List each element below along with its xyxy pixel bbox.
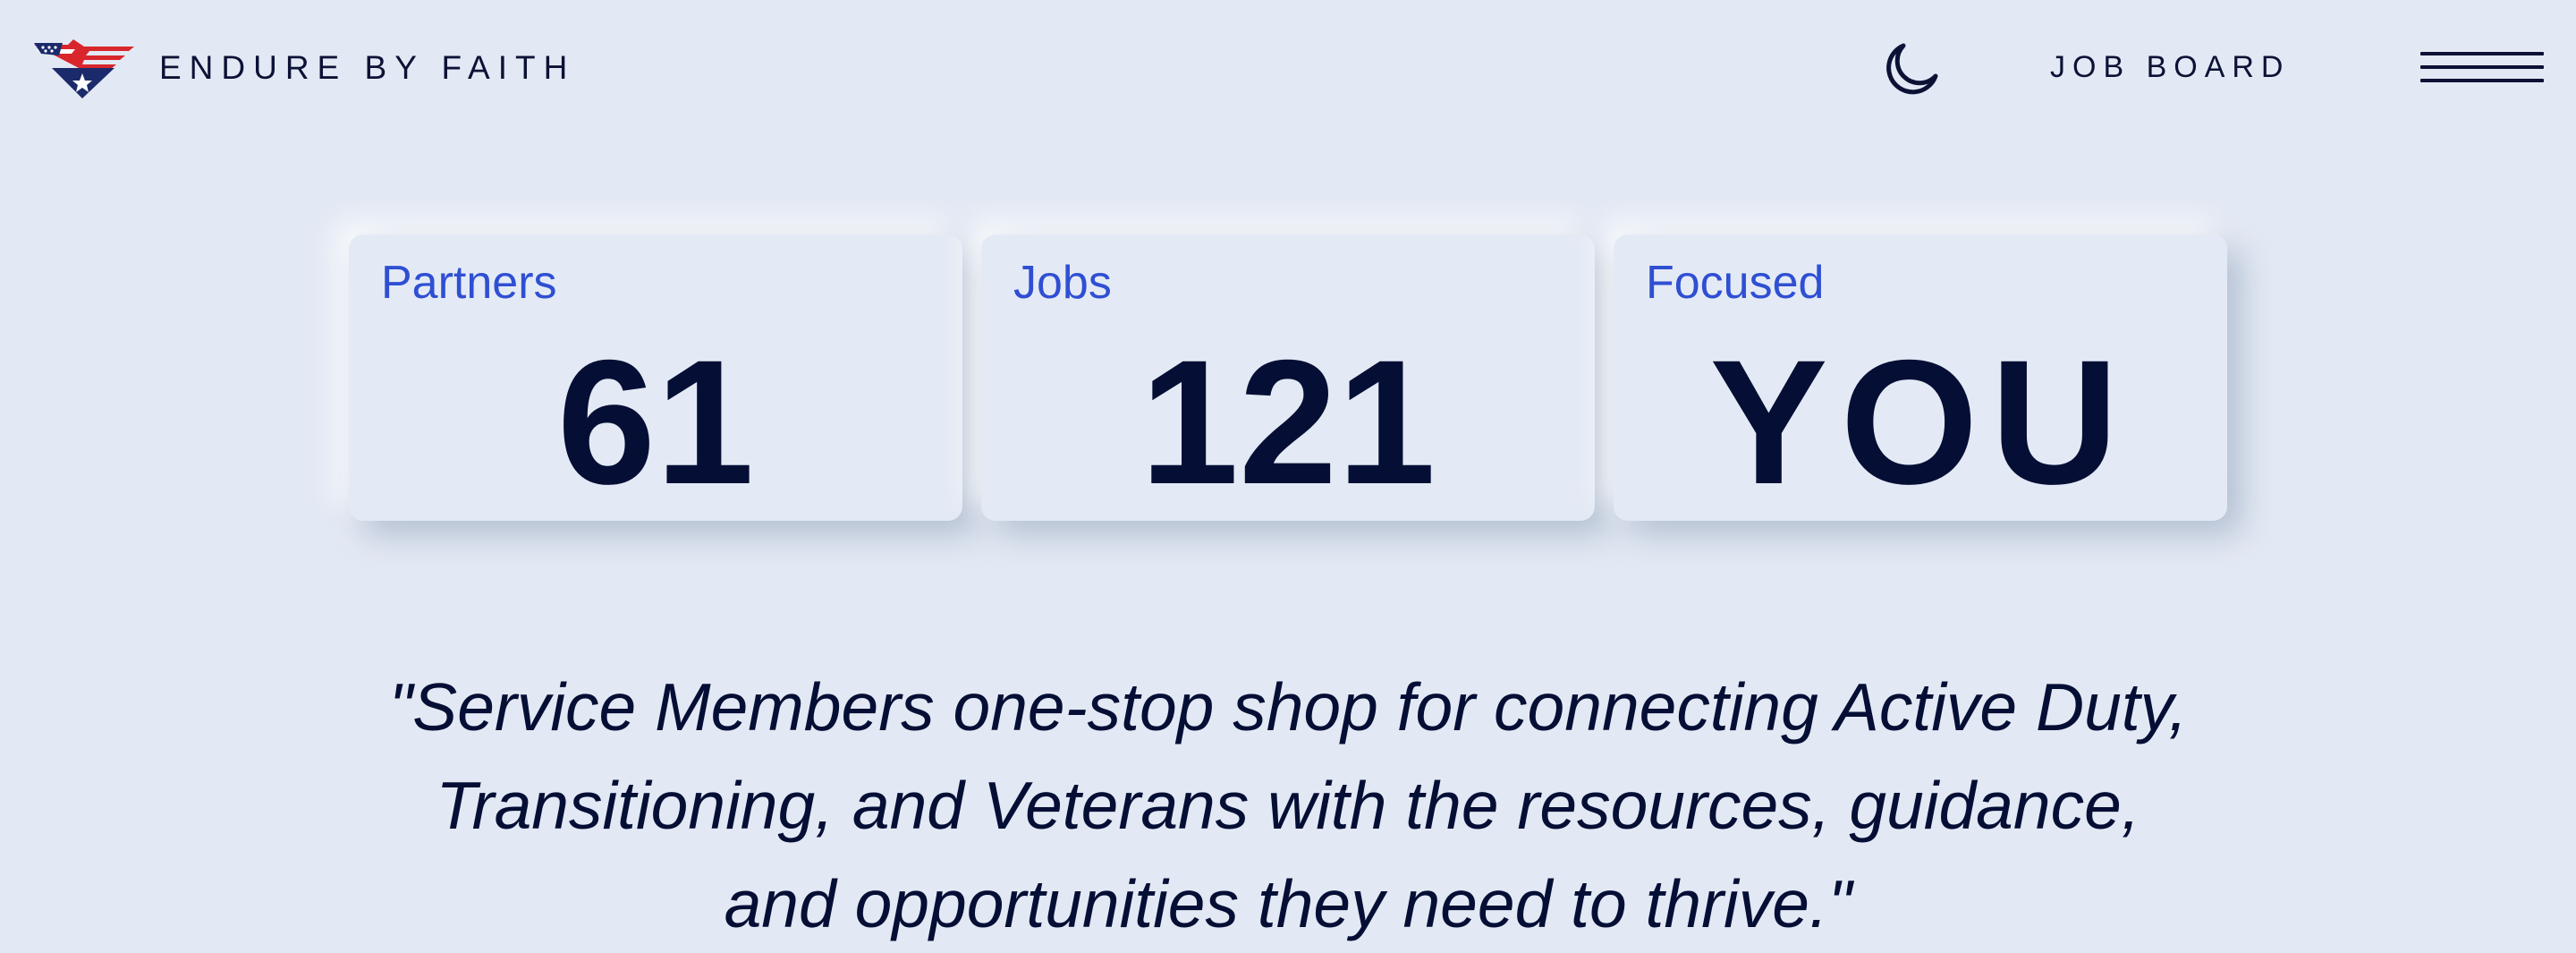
mission-line: Transitioning, and Veterans with the res…: [436, 768, 2140, 843]
moon-icon: [1886, 43, 1938, 95]
brand-home-link[interactable]: ENDURE BY FAITH: [32, 36, 575, 100]
hamburger-menu-icon: [2420, 52, 2544, 55]
hamburger-menu-button[interactable]: [2415, 47, 2546, 88]
hamburger-menu-icon: [2420, 79, 2544, 82]
brand-name: ENDURE BY FAITH: [159, 49, 576, 86]
stat-value: 61: [556, 323, 755, 521]
stat-value: YOU: [1709, 323, 2131, 521]
stat-card-partners: Partners 61: [349, 234, 962, 521]
mission-line: "Service Members one-stop shop for conne…: [388, 669, 2188, 745]
eagle-flag-logo-icon: [34, 39, 134, 98]
stat-label: Partners: [381, 257, 557, 309]
mission-statement: "Service Members one-stop shop for conne…: [36, 658, 2540, 953]
site-header: ENDURE BY FAITH JOB BOARD: [0, 0, 2576, 134]
stat-card-jobs: Jobs 121: [981, 234, 1595, 521]
stat-label: Jobs: [1013, 257, 1112, 309]
job-board-link[interactable]: JOB BOARD: [2050, 50, 2290, 85]
theme-toggle-button[interactable]: [1877, 40, 1941, 96]
mission-line: and opportunities they need to thrive.": [724, 866, 1852, 941]
hamburger-menu-icon: [2420, 65, 2544, 69]
stat-value: 121: [1140, 323, 1436, 521]
stat-card-focused: Focused YOU: [1614, 234, 2227, 521]
stat-label: Focused: [1646, 257, 1825, 309]
